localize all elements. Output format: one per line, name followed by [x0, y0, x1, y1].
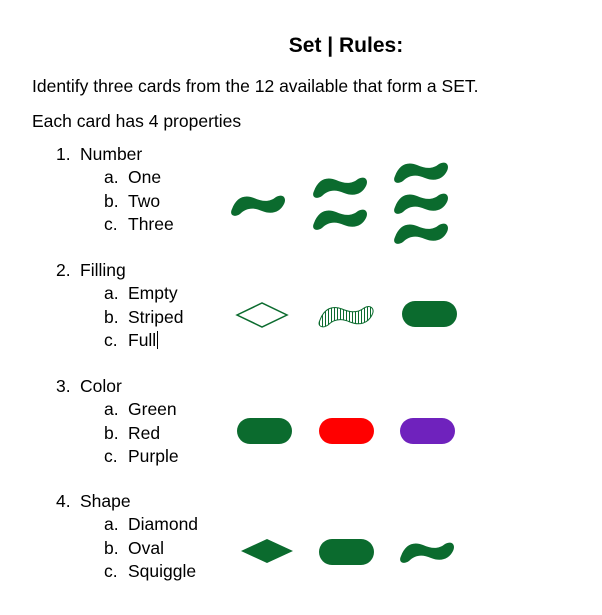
oval-icon — [319, 539, 374, 565]
illustrations — [231, 162, 457, 565]
diamond-icon — [241, 539, 293, 563]
green-oval-icon — [237, 418, 292, 444]
squiggle-icon — [400, 542, 455, 563]
red-oval-icon — [319, 418, 374, 444]
empty-diamond-icon — [235, 302, 289, 328]
striped-squiggle-icon — [318, 306, 374, 328]
purple-oval-icon — [400, 418, 455, 444]
full-oval-icon — [402, 301, 457, 327]
three-squiggles-icon — [394, 162, 449, 244]
two-squiggles-icon — [313, 177, 368, 230]
one-squiggle-icon — [231, 195, 286, 216]
